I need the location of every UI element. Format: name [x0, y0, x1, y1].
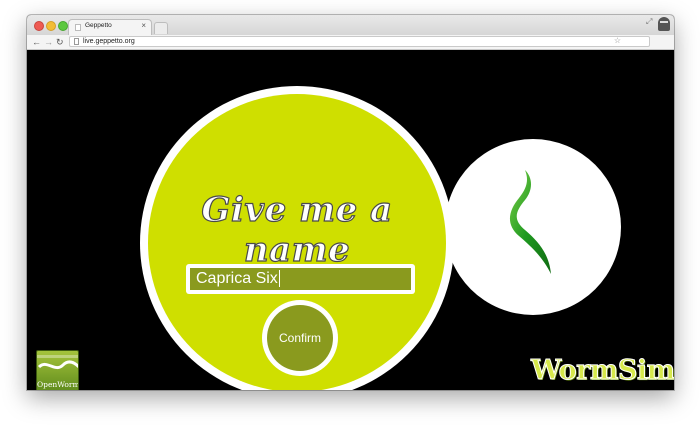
tab-close-icon[interactable]: ×	[141, 21, 146, 30]
url-text[interactable]: live.geppetto.org	[83, 37, 135, 46]
page-favicon-icon	[75, 24, 81, 31]
name-input-value[interactable]: Caprica Six	[196, 270, 278, 287]
maximize-window-button[interactable]	[58, 21, 68, 31]
reload-icon[interactable]: ↻	[56, 35, 64, 49]
openworm-logo[interactable]: OpenWorm	[36, 350, 79, 390]
worm-icon	[509, 170, 551, 274]
page-title: Give me a name	[201, 189, 393, 270]
page-icon	[74, 38, 79, 45]
page-content: Give me a name Caprica Six Confirm OpenW…	[27, 50, 674, 390]
name-input[interactable]: Caprica Six	[190, 268, 411, 290]
title-bar: Geppetto × ⤢	[27, 15, 674, 35]
close-window-button[interactable]	[34, 21, 44, 31]
browser-window: Geppetto × ⤢ ← → ↻ live.geppetto.org ☆ ≡…	[27, 15, 674, 390]
bookmark-star-icon[interactable]: ☆	[614, 36, 621, 45]
text-caret	[278, 270, 280, 288]
browser-toolbar: ← → ↻ live.geppetto.org ☆ ≡	[27, 35, 674, 67]
confirm-button[interactable]: Confirm	[267, 305, 333, 371]
address-bar[interactable]: live.geppetto.org ☆	[69, 36, 650, 47]
back-icon[interactable]: ←	[32, 35, 41, 49]
openworm-label: OpenWorm	[37, 380, 79, 389]
tab-title: Geppetto	[85, 22, 112, 29]
new-tab-button[interactable]	[154, 22, 168, 34]
incognito-profile-icon[interactable]	[658, 17, 670, 31]
browser-tab[interactable]: Geppetto ×	[68, 19, 152, 35]
fullscreen-icon[interactable]: ⤢	[646, 17, 652, 27]
name-input-frame[interactable]: Caprica Six	[186, 264, 415, 294]
wormsim-logo: WormSim	[531, 355, 674, 387]
minimize-window-button[interactable]	[46, 21, 56, 31]
forward-icon[interactable]: →	[44, 35, 53, 49]
